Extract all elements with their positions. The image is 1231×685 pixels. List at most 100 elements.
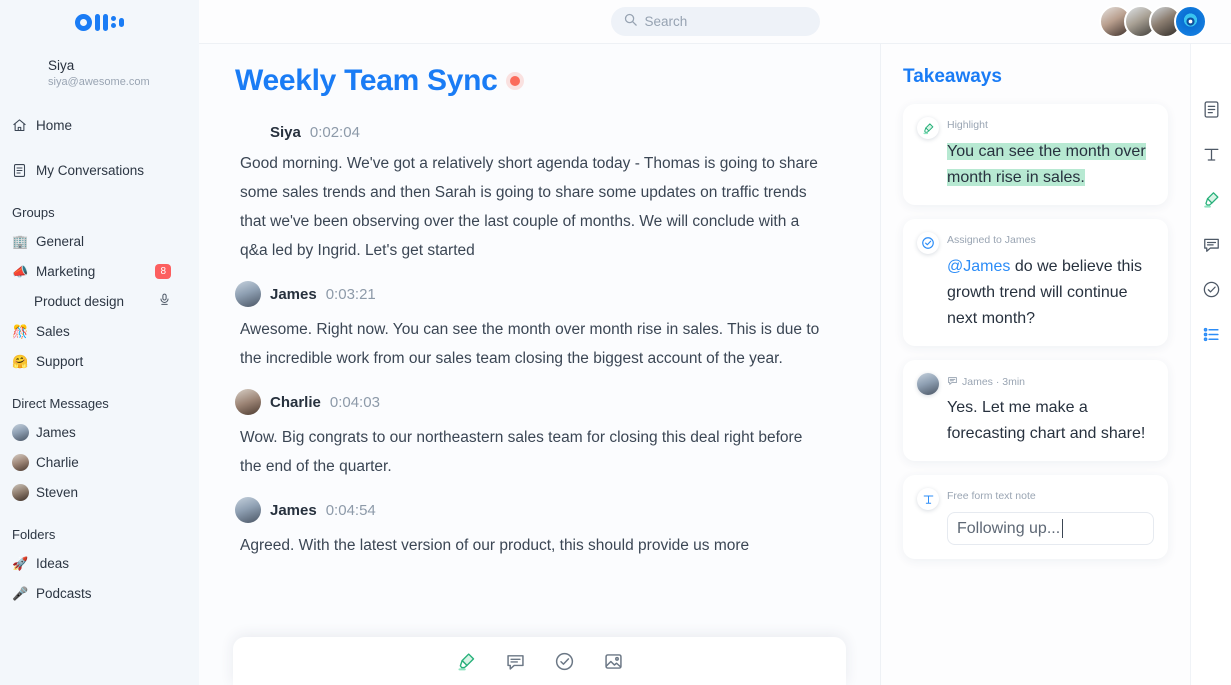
sidebar-item-podcasts[interactable]: 🎤 Podcasts (0, 578, 199, 608)
speaker-name[interactable]: James (270, 286, 317, 303)
segment-text[interactable]: Wow. Big congrats to our northeastern sa… (235, 423, 825, 481)
unread-badge: 8 (155, 263, 171, 279)
office-building-icon: 🏢 (12, 233, 29, 249)
highlighter-icon[interactable] (456, 651, 477, 672)
segment-text[interactable]: Awesome. Right now. You can see the mont… (235, 315, 825, 373)
segment-timestamp[interactable]: 0:04:54 (326, 502, 376, 519)
logo-ring (75, 13, 92, 31)
highlighted-text[interactable]: You can see the month over month rise in… (947, 143, 1146, 186)
check-circle-icon (917, 232, 939, 254)
card-body[interactable]: Yes. Let me make a forecasting chart and… (917, 395, 1154, 447)
sidebar-item-label: Support (36, 353, 84, 369)
avatar (12, 453, 34, 471)
image-icon[interactable] (603, 651, 624, 672)
card-header: James · 3min (917, 372, 1154, 395)
hugging-face-icon: 🤗 (12, 353, 29, 369)
sidebar-item-general[interactable]: 🏢 General (0, 226, 199, 256)
takeaway-card-action-item[interactable]: Assigned to James @James do we believe t… (903, 219, 1168, 346)
confetti-icon: 🎊 (12, 323, 29, 339)
primary-nav: Home My Conversations (0, 110, 199, 185)
comment-icon[interactable] (505, 651, 526, 672)
microphone-icon[interactable] (158, 293, 171, 309)
card-body: @James do we believe this growth trend w… (917, 254, 1154, 332)
card-meta: James · 3min (947, 372, 1025, 389)
user-name: Siya (48, 58, 75, 73)
toolbar-inner (233, 637, 846, 685)
transcript-panel: Weekly Team Sync Siya 0:02:04 Good morni… (199, 44, 880, 685)
text-icon (917, 488, 939, 510)
transcript-header: Weekly Team Sync (235, 64, 850, 98)
segment-timestamp[interactable]: 0:02:04 (310, 124, 360, 141)
sidebar-item-label: James (36, 424, 76, 440)
card-body: You can see the month over month rise in… (917, 139, 1154, 191)
takeaways-panel: Takeaways Highlight You can see the mont… (880, 44, 1190, 685)
sidebar-item-label: My Conversations (36, 162, 145, 178)
record-button[interactable] (1174, 5, 1207, 38)
speaker-name[interactable]: Charlie (270, 394, 321, 411)
transcript-icon[interactable] (1202, 100, 1221, 119)
sidebar-item-label: Marketing (36, 263, 96, 279)
segment-header: James 0:03:21 (235, 281, 850, 307)
avatar (235, 389, 261, 415)
sidebar-item-my-conversations[interactable]: My Conversations (0, 155, 199, 185)
sidebar-item-label: Sales (36, 323, 70, 339)
segment-text[interactable]: Good morning. We've got a relatively sho… (235, 149, 825, 265)
rocket-icon: 🚀 (12, 555, 29, 571)
logo-dot-1 (111, 16, 116, 21)
transcript-segment: James 0:03:21 Awesome. Right now. You ca… (235, 281, 850, 373)
takeaway-card-highlight[interactable]: Highlight You can see the month over mon… (903, 104, 1168, 205)
takeaway-card-note[interactable]: Free form text note Following up... (903, 475, 1168, 559)
sidebar-item-label: Product design (34, 293, 125, 309)
sidebar-item-dm-james[interactable]: James (0, 417, 199, 447)
sidebar-item-dm-steven[interactable]: Steven (0, 477, 199, 507)
segment-timestamp[interactable]: 0:03:21 (326, 286, 376, 303)
segment-header: James 0:04:54 (235, 497, 850, 523)
speaker-name[interactable]: James (270, 502, 317, 519)
sidebar-item-label: Podcasts (36, 585, 92, 601)
sidebar-item-marketing[interactable]: 📣 Marketing 8 (0, 256, 199, 286)
logo-bar-1 (95, 13, 100, 31)
search-placeholder: Search (644, 14, 688, 29)
transcript-segment: Siya 0:02:04 Good morning. We've got a r… (235, 124, 850, 265)
takeaways-title: Takeaways (903, 66, 1002, 87)
recording-indicator-icon (509, 76, 520, 86)
sidebar-item-product-design[interactable]: Product design (0, 286, 199, 316)
transcript-action-toolbar (199, 637, 880, 685)
comment-author-time: James · 3min (962, 376, 1026, 388)
sidebar-item-support[interactable]: 🤗 Support (0, 346, 199, 376)
user-block[interactable]: Siya siya@awesome.com (0, 44, 199, 94)
sidebar-item-sales[interactable]: 🎊 Sales (0, 316, 199, 346)
segment-timestamp[interactable]: 0:04:03 (330, 394, 380, 411)
megaphone-icon: 📣 (12, 263, 29, 279)
sidebar-item-ideas[interactable]: 🚀 Ideas (0, 548, 199, 578)
logo-container[interactable] (0, 0, 199, 44)
sidebar-item-dm-charlie[interactable]: Charlie (0, 447, 199, 477)
sidebar: Siya siya@awesome.com Home My Conversati… (0, 0, 199, 685)
highlighter-icon[interactable] (1202, 190, 1221, 209)
text-note-icon[interactable] (1202, 145, 1221, 164)
logo-dot-2 (111, 23, 116, 28)
comment-icon[interactable] (1202, 235, 1221, 254)
outline-icon[interactable] (1202, 325, 1221, 344)
avatar (235, 497, 261, 523)
speaker-name[interactable]: Siya (270, 124, 301, 141)
action-item-icon[interactable] (1202, 280, 1221, 299)
mention-james[interactable]: @James (947, 258, 1010, 275)
page-title[interactable]: Weekly Team Sync (235, 64, 498, 98)
takeaway-card-comment[interactable]: James · 3min Yes. Let me make a forecast… (903, 360, 1168, 461)
right-rail (1190, 44, 1231, 685)
sidebar-item-label: Steven (36, 484, 79, 500)
highlighter-icon (917, 117, 939, 139)
sidebar-item-home[interactable]: Home (0, 110, 199, 140)
search-icon (623, 12, 638, 32)
segment-text[interactable]: Agreed. With the latest version of our p… (235, 531, 825, 560)
content-row: Weekly Team Sync Siya 0:02:04 Good morni… (199, 44, 1231, 685)
search-input[interactable]: Search (610, 7, 820, 36)
text-caret (1062, 519, 1064, 538)
folders-section-title: Folders (12, 527, 56, 542)
user-email: siya@awesome.com (48, 76, 150, 88)
top-bar: Search (199, 0, 1231, 44)
action-item-icon[interactable] (554, 651, 575, 672)
note-input[interactable]: Following up... (947, 512, 1154, 545)
sidebar-item-label: Home (36, 117, 73, 133)
